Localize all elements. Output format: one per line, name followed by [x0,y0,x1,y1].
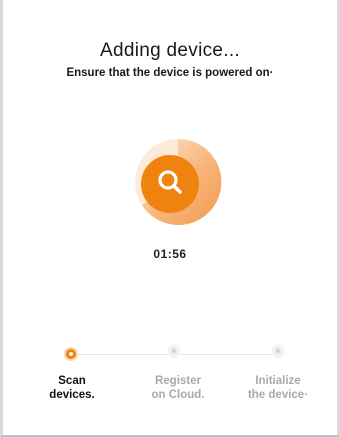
countdown-timer: 01:56 [153,247,187,261]
step-indicator-register [167,344,181,358]
page-title: Adding device... [100,40,240,61]
power-instruction: Ensure that the device is powered on· [66,67,274,79]
step-label-initialize: Initialize the device· [247,375,309,401]
add-device-screen: Adding device... Ensure that the device … [0,0,340,437]
step-indicator-scan [64,347,78,361]
scan-button[interactable] [141,155,199,213]
step-label-register: Register on Cloud. [151,375,205,401]
step-indicator-initialize [271,344,285,358]
search-icon [155,167,185,202]
step-label-scan: Scan devices. [49,375,95,401]
